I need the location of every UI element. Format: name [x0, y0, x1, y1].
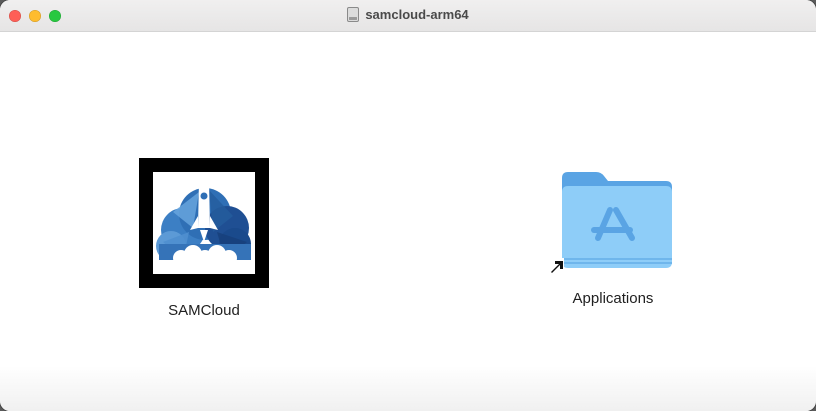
samcloud-app-icon[interactable] [139, 158, 269, 288]
applications-folder-alias-icon[interactable] [548, 166, 678, 276]
bottom-gradient [0, 366, 816, 411]
finder-window: samcloud-arm64 SAMCloud Applications [0, 0, 816, 411]
window-title: samcloud-arm64 [0, 6, 816, 24]
samcloud-app-item[interactable]: SAMCloud [130, 158, 278, 320]
window-title-text: samcloud-arm64 [365, 7, 469, 22]
applications-folder-item[interactable]: Applications [538, 166, 688, 308]
applications-folder-label: Applications [572, 290, 654, 307]
window-content: SAMCloud Applications [0, 32, 816, 411]
title-bar[interactable]: samcloud-arm64 [0, 0, 816, 32]
folder-icon [548, 172, 672, 274]
disk-image-icon [347, 7, 360, 22]
samcloud-app-label: SAMCloud [168, 302, 240, 319]
cloud-rocket-icon [153, 176, 255, 274]
